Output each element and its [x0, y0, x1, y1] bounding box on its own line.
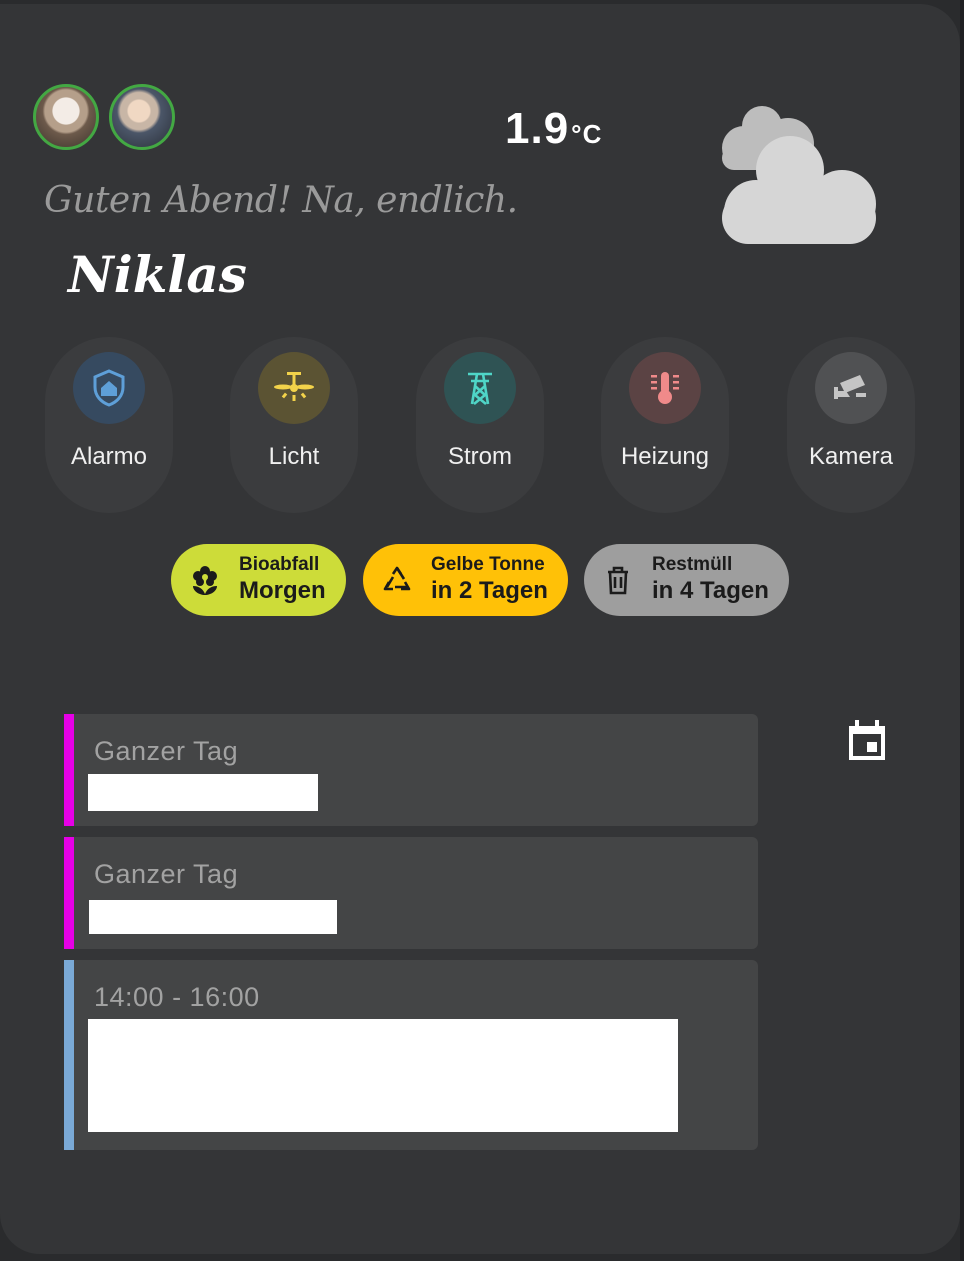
avatar[interactable] — [109, 84, 175, 150]
tile-label: Heizung — [620, 443, 710, 470]
calendar-event[interactable]: 14:00 - 16:00 — [64, 960, 758, 1150]
calendar-event[interactable]: Ganzer Tag — [64, 714, 758, 826]
temperature-readout: 1.9°C — [505, 104, 602, 154]
ceiling-fan-light-icon — [274, 372, 314, 401]
event-time: Ganzer Tag — [94, 736, 239, 766]
waste-when: in 2 Tagen — [431, 577, 548, 604]
transmission-tower-icon — [468, 372, 492, 406]
tile-kamera[interactable]: Kamera — [787, 337, 915, 513]
temperature-unit: °C — [571, 119, 603, 149]
avatar[interactable] — [33, 84, 99, 150]
waste-pill-restmuell[interactable]: Restmüll in 4 Tagen — [584, 544, 789, 616]
waste-type: Gelbe Tonne — [431, 554, 545, 575]
event-color-bar — [64, 837, 74, 949]
user-name: Niklas — [68, 245, 247, 304]
waste-when: Morgen — [239, 577, 326, 604]
temperature-value: 1.9 — [505, 104, 570, 153]
waste-pill-gelbe-tonne[interactable]: Gelbe Tonne in 2 Tagen — [363, 544, 568, 616]
screen-edge — [960, 0, 964, 1261]
event-title-redacted — [88, 1019, 678, 1132]
cctv-icon — [834, 375, 866, 399]
event-time: 14:00 - 16:00 — [94, 982, 260, 1012]
cloudy-icon — [722, 106, 876, 244]
event-color-bar — [64, 714, 74, 826]
tile-label: Licht — [268, 443, 320, 470]
calendar-event[interactable]: Ganzer Tag — [64, 837, 758, 949]
event-time: Ganzer Tag — [94, 859, 239, 889]
tile-alarmo[interactable]: Alarmo — [45, 337, 173, 513]
tile-heizung[interactable]: Heizung — [601, 337, 729, 513]
tile-label: Alarmo — [70, 443, 148, 470]
calendar-icon[interactable] — [846, 718, 888, 762]
thermometer-icon — [651, 372, 679, 404]
flower-icon — [193, 566, 217, 595]
waste-pill-bioabfall[interactable]: Bioabfall Morgen — [171, 544, 346, 616]
event-title-redacted — [89, 900, 337, 934]
tile-label: Strom — [447, 443, 512, 470]
greeting-text: Guten Abend! Na, endlich. — [44, 180, 518, 221]
waste-when: in 4 Tagen — [652, 577, 769, 604]
tile-label: Kamera — [808, 443, 894, 470]
event-color-bar — [64, 960, 74, 1150]
event-title-redacted — [88, 774, 318, 811]
recycle-icon — [383, 566, 411, 591]
waste-type: Bioabfall — [239, 554, 320, 575]
tile-licht[interactable]: Licht — [230, 337, 358, 513]
shield-home-icon — [93, 369, 125, 407]
trash-can-icon — [608, 566, 628, 595]
tile-strom[interactable]: Strom — [416, 337, 544, 513]
waste-type: Restmüll — [652, 554, 733, 575]
